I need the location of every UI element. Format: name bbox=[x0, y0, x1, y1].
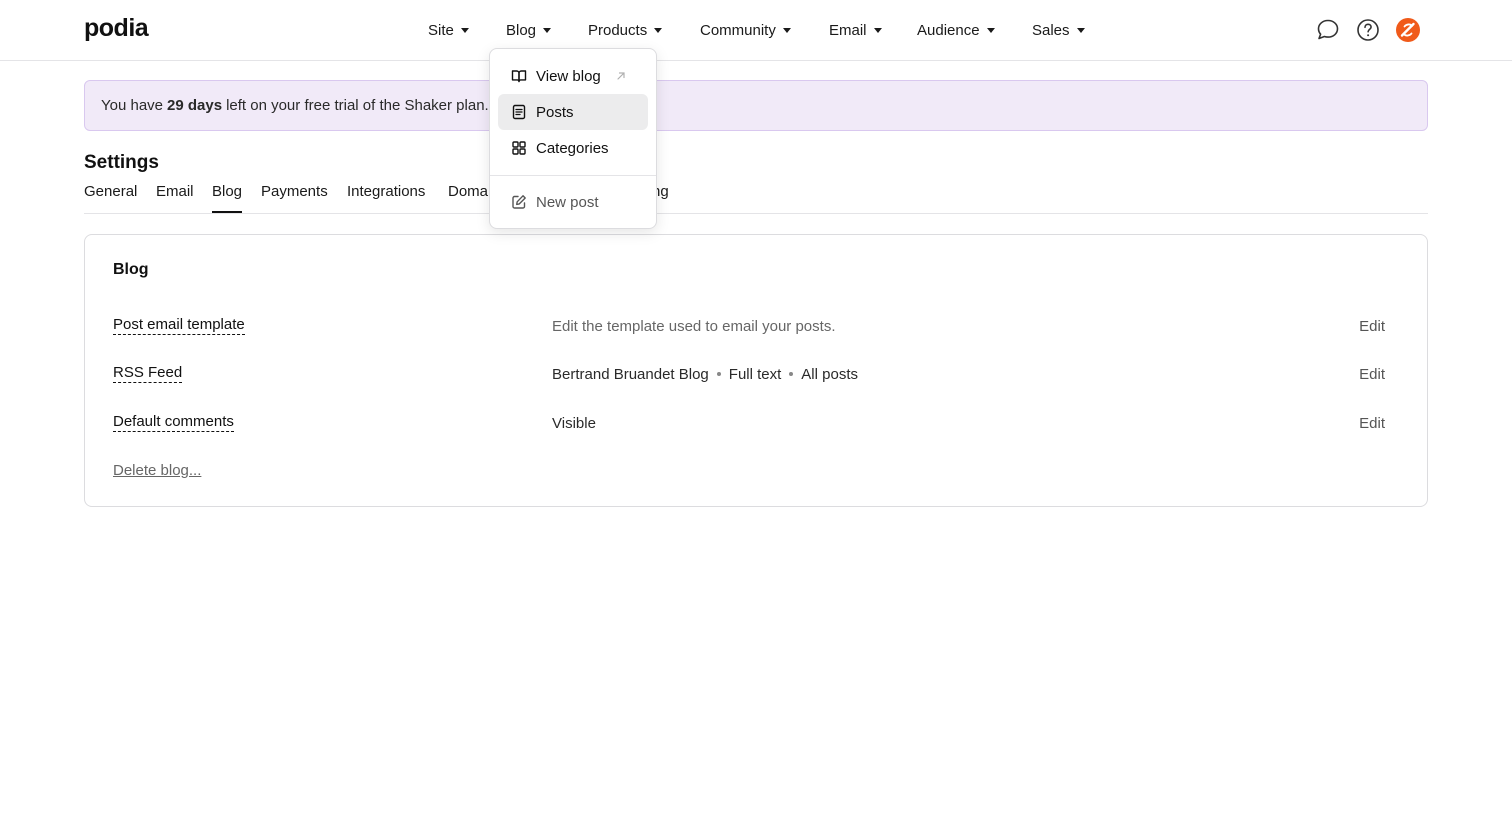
caret-down-icon bbox=[460, 27, 469, 33]
trial-days-remaining: 29 days bbox=[167, 97, 223, 114]
default-comments-label[interactable]: Default comments bbox=[113, 413, 234, 432]
page-title: Settings bbox=[84, 152, 159, 173]
dropdown-item-label: New post bbox=[536, 193, 599, 211]
document-icon bbox=[512, 104, 526, 120]
tab-domains[interactable]: Domai bbox=[448, 183, 491, 213]
nav-blog-label: Blog bbox=[506, 21, 537, 39]
separator-dot bbox=[789, 372, 794, 377]
delete-blog-link[interactable]: Delete blog... bbox=[113, 462, 201, 479]
caret-down-icon bbox=[782, 27, 791, 33]
nav-site[interactable]: Site bbox=[428, 20, 469, 40]
book-open-icon bbox=[511, 70, 527, 83]
post-email-template-edit-button[interactable]: Edit bbox=[1359, 318, 1385, 335]
trial-banner-prefix: You have bbox=[101, 97, 164, 114]
nav-email[interactable]: Email bbox=[829, 20, 882, 40]
dropdown-item-new-post[interactable]: New post bbox=[498, 184, 648, 220]
tab-general[interactable]: General bbox=[84, 183, 137, 213]
nav-sales-label: Sales bbox=[1032, 21, 1070, 39]
dropdown-item-categories[interactable]: Categories bbox=[498, 130, 648, 166]
dropdown-item-label: Posts bbox=[536, 103, 574, 121]
nav-email-label: Email bbox=[829, 21, 867, 39]
chat-bubble-icon[interactable] bbox=[1315, 17, 1341, 43]
post-email-template-label[interactable]: Post email template bbox=[113, 316, 245, 335]
nav-audience-label: Audience bbox=[917, 21, 980, 39]
tab-blog[interactable]: Blog bbox=[212, 183, 243, 213]
settings-tabs: General Email Blog Payments Integrations… bbox=[84, 181, 1428, 214]
nav-audience[interactable]: Audience bbox=[917, 20, 995, 40]
nav-blog[interactable]: Blog bbox=[506, 20, 552, 40]
nav-sales[interactable]: Sales bbox=[1032, 20, 1085, 40]
trial-banner-suffix: left on your free trial of the Shaker pl… bbox=[226, 97, 489, 114]
nav-community-label: Community bbox=[700, 21, 776, 39]
tab-integrations[interactable]: Integrations bbox=[347, 183, 425, 213]
rss-feed-edit-button[interactable]: Edit bbox=[1359, 366, 1385, 383]
nav-products[interactable]: Products bbox=[588, 20, 663, 40]
nav-products-label: Products bbox=[588, 21, 648, 39]
rss-feed-value: Bertrand Bruandet Blog Full text All posts bbox=[552, 366, 858, 383]
caret-down-icon bbox=[873, 27, 882, 33]
dropdown-item-label: View blog bbox=[536, 67, 601, 85]
nav-site-label: Site bbox=[428, 21, 454, 39]
default-comments-value: Visible bbox=[552, 415, 596, 432]
dropdown-divider bbox=[490, 175, 656, 176]
post-email-template-value: Edit the template used to email your pos… bbox=[552, 318, 836, 335]
caret-down-icon bbox=[1076, 27, 1085, 33]
caret-down-icon bbox=[654, 27, 663, 33]
tab-payments[interactable]: Payments bbox=[261, 183, 328, 213]
rss-feed-title: Bertrand Bruandet Blog bbox=[552, 366, 709, 383]
tab-email[interactable]: Email bbox=[156, 183, 194, 213]
card-title: Blog bbox=[113, 261, 149, 278]
blog-settings-card: Blog Post email template Edit the templa… bbox=[84, 234, 1428, 507]
top-navigation-bar: podia Site Blog Products Community Email… bbox=[0, 0, 1512, 61]
blog-dropdown-menu: View blog Posts Categories New post bbox=[489, 48, 657, 229]
dropdown-item-label: Categories bbox=[536, 139, 609, 157]
podia-logo[interactable]: podia bbox=[84, 14, 149, 43]
separator-dot bbox=[716, 372, 721, 377]
external-link-icon bbox=[617, 72, 625, 80]
grid-icon bbox=[512, 141, 526, 155]
caret-down-icon bbox=[543, 27, 552, 33]
default-comments-edit-button[interactable]: Edit bbox=[1359, 415, 1385, 432]
help-icon[interactable] bbox=[1355, 17, 1381, 43]
rss-feed-content-type: Full text bbox=[728, 366, 782, 383]
edit-icon bbox=[512, 195, 526, 209]
nav-community[interactable]: Community bbox=[700, 20, 791, 40]
dropdown-item-posts[interactable]: Posts bbox=[498, 94, 648, 130]
rss-feed-scope: All posts bbox=[801, 366, 858, 383]
rss-feed-label[interactable]: RSS Feed bbox=[113, 364, 183, 383]
caret-down-icon bbox=[986, 27, 995, 33]
avatar-icon[interactable] bbox=[1395, 17, 1421, 43]
trial-banner: You have 29 days left on your free trial… bbox=[84, 80, 1428, 131]
dropdown-item-view-blog[interactable]: View blog bbox=[498, 58, 648, 94]
